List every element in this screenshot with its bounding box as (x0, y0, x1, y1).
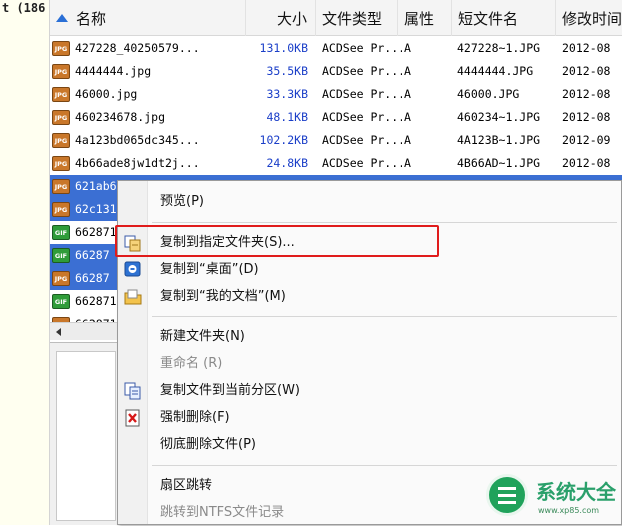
menu-separator (152, 465, 617, 466)
menu-item-rename-label: 重命名 (R) (160, 356, 223, 371)
menu-item-preview-label: 预览(P) (160, 194, 204, 209)
file-modified: 2012-09 (562, 133, 611, 147)
menu-item-copy-to-documents[interactable]: 复制到“我的文档”(M) (118, 284, 622, 310)
file-size: 48.1KB (266, 110, 308, 124)
menu-item-rename: 重命名 (R) (118, 351, 622, 377)
column-short-name[interactable]: 短文件名 (452, 0, 556, 36)
file-short-name: 427228~1.JPG (457, 41, 541, 55)
file-name: 46000.jpg (75, 87, 138, 101)
lower-pane-inner (56, 351, 116, 521)
watermark-logo: 系统大全 www.xp85.com (486, 470, 622, 525)
menu-item-wipe-delete-label: 彻底删除文件(P) (160, 437, 256, 452)
file-size: 35.5KB (266, 64, 308, 78)
file-attr: A (404, 156, 411, 170)
menu-item-preview[interactable]: 预览(P) (118, 189, 622, 215)
desktop-icon (124, 261, 142, 279)
menu-item-copy-to-desktop[interactable]: 复制到“桌面”(D) (118, 257, 622, 283)
gif-file-icon: GIF (52, 225, 70, 240)
menu-separator (152, 222, 617, 223)
file-row[interactable]: JPG 46000.jpg 33.3KB ACDSee Pr... A 46000.JPG… (50, 83, 622, 106)
column-type[interactable]: 文件类型 (316, 0, 398, 36)
column-size[interactable]: 大小 (246, 0, 316, 36)
menu-item-sector-jump-label: 扇区跳转 (160, 478, 213, 493)
scroll-left-icon[interactable] (56, 328, 61, 336)
file-size: 102.2KB (259, 133, 308, 147)
file-type: ACDSee Pr... (322, 64, 402, 78)
lower-pane (50, 342, 120, 525)
menu-item-jump-ntfs-label: 跳转到NTFS文件记录 (160, 505, 285, 520)
folder-peek-text: t (186 (2, 1, 46, 15)
file-type: ACDSee Pr... (322, 87, 402, 101)
file-size: 24.8KB (266, 156, 308, 170)
horizontal-scrollbar[interactable] (50, 322, 122, 340)
column-name[interactable]: 名称 (50, 0, 246, 36)
force-delete-icon (124, 409, 142, 427)
file-row[interactable]: JPG 427228_40250579... 131.0KB ACDSee Pr...… (50, 37, 622, 60)
file-name: 427228_40250579... (75, 41, 200, 55)
file-type: ACDSee Pr... (322, 156, 402, 170)
file-attr: A (404, 41, 411, 55)
menu-item-copy-to-partition[interactable]: 复制文件到当前分区(W) (118, 378, 622, 404)
jpg-file-icon: JPG (52, 110, 70, 125)
logo-url-text: www.xp85.com (538, 506, 600, 515)
logo-brand-text: 系统大全 (536, 480, 616, 504)
file-short-name: 4B66AD~1.JPG (457, 156, 541, 170)
file-attr: A (404, 133, 411, 147)
file-attr: A (404, 87, 411, 101)
file-name: 4b66ade8jw1dt2j... (75, 156, 200, 170)
file-modified: 2012-08 (562, 87, 611, 101)
file-short-name: 46000.JPG (457, 87, 520, 101)
file-name: 460234678.jpg (75, 110, 166, 124)
left-folder-pane: t (186 (0, 0, 50, 525)
file-size: 33.3KB (266, 87, 308, 101)
file-short-name: 460234~1.JPG (457, 110, 541, 124)
column-attr[interactable]: 属性 (398, 0, 452, 36)
jpg-file-icon: JPG (52, 271, 70, 286)
file-modified: 2012-08 (562, 110, 611, 124)
file-row[interactable]: JPG 4b66ade8jw1dt2j... 24.8KB ACDSee Pr... A… (50, 152, 622, 175)
file-name: 4a123bd065dc345... (75, 133, 200, 147)
file-attr: A (404, 64, 411, 78)
jpg-file-icon: JPG (52, 87, 70, 102)
jpg-file-icon: JPG (52, 156, 70, 171)
highlight-annotation-box (115, 225, 439, 257)
column-header: 名称 大小 文件类型 属性 短文件名 修改时间 (50, 0, 622, 36)
file-type: ACDSee Pr... (322, 133, 402, 147)
jpg-file-icon: JPG (52, 64, 70, 79)
file-type: ACDSee Pr... (322, 41, 402, 55)
file-row[interactable]: JPG 460234678.jpg 48.1KB ACDSee Pr... A 46023… (50, 106, 622, 129)
file-attr: A (404, 110, 411, 124)
menu-item-new-folder-label: 新建文件夹(N) (160, 329, 245, 344)
menu-item-force-delete[interactable]: 强制删除(F) (118, 405, 622, 431)
file-row[interactable]: JPG 4444444.jpg 35.5KB ACDSee Pr... A 4444444… (50, 60, 622, 83)
copy-files-icon (124, 382, 142, 400)
sort-up-icon (56, 14, 68, 22)
jpg-file-icon: JPG (52, 179, 70, 194)
logo-icon (486, 474, 528, 516)
my-documents-icon (124, 288, 142, 306)
menu-item-copy-to-partition-label: 复制文件到当前分区(W) (160, 383, 300, 398)
gif-file-icon: GIF (52, 248, 70, 263)
menu-separator (152, 316, 617, 317)
file-modified: 2012-08 (562, 41, 611, 55)
menu-item-wipe-delete[interactable]: 彻底删除文件(P) (118, 432, 622, 458)
column-name-label: 名称 (76, 10, 107, 28)
file-type: ACDSee Pr... (322, 110, 402, 124)
file-short-name: 4A123B~1.JPG (457, 133, 541, 147)
menu-item-new-folder[interactable]: 新建文件夹(N) (118, 324, 622, 350)
file-row[interactable]: JPG 4a123bd065dc345... 102.2KB ACDSee Pr...… (50, 129, 622, 152)
file-size: 131.0KB (259, 41, 308, 55)
jpg-file-icon: JPG (52, 202, 70, 217)
file-modified: 2012-08 (562, 156, 611, 170)
menu-item-copy-to-documents-label: 复制到“我的文档”(M) (160, 289, 286, 304)
gif-file-icon: GIF (52, 294, 70, 309)
column-modified[interactable]: 修改时间 (556, 0, 622, 36)
jpg-file-icon: JPG (52, 133, 70, 148)
menu-item-copy-to-desktop-label: 复制到“桌面”(D) (160, 262, 259, 277)
menu-item-force-delete-label: 强制删除(F) (160, 410, 230, 425)
file-modified: 2012-08 (562, 64, 611, 78)
file-name: 4444444.jpg (75, 64, 152, 78)
file-short-name: 4444444.JPG (457, 64, 534, 78)
jpg-file-icon: JPG (52, 41, 70, 56)
